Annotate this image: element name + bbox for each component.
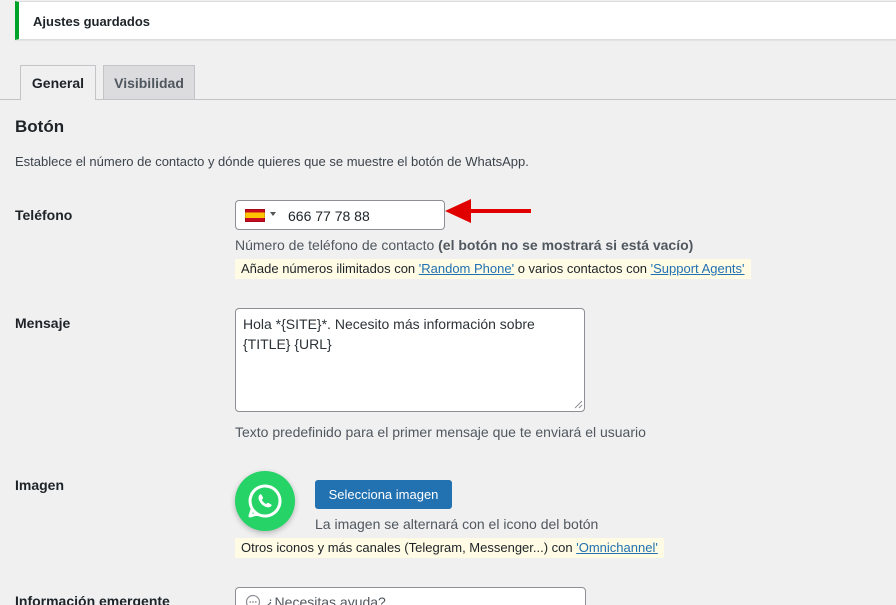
random-phone-link[interactable]: 'Random Phone' [419, 261, 514, 276]
image-help: La imagen se alternará con el icono del … [315, 516, 599, 532]
message-label: Mensaje [15, 315, 71, 331]
phone-promo: Añade números ilimitados con 'Random Pho… [235, 259, 751, 279]
section-title: Botón [15, 117, 65, 136]
phone-label: Teléfono [15, 207, 73, 223]
phone-help-bold: (el botón no se mostrará si está vacío) [438, 237, 694, 253]
notice-text: Ajustes guardados [33, 14, 151, 29]
popup-placeholder: ¿Necesitas ayuda? [266, 594, 386, 605]
phone-help: Número de teléfono de contacto (el botón… [235, 237, 694, 253]
settings-page: Ajustes guardados General Visibilidad Bo… [0, 0, 896, 605]
country-dropdown-icon[interactable] [270, 212, 276, 216]
tab-visibility[interactable]: Visibilidad [103, 65, 195, 100]
phone-value[interactable]: 666 77 78 88 [288, 208, 370, 224]
image-promo: Otros iconos y más canales (Telegram, Me… [235, 538, 664, 558]
es-flag-icon[interactable] [245, 209, 265, 222]
success-notice: Ajustes guardados [15, 1, 896, 40]
omnichannel-link[interactable]: 'Omnichannel' [576, 540, 658, 555]
popup-label: Información emergente [15, 593, 170, 605]
image-label: Imagen [15, 477, 65, 493]
section-description: Establece el número de contacto y dónde … [15, 154, 529, 169]
select-image-button[interactable]: Selecciona imagen [315, 480, 452, 509]
message-textarea[interactable]: Hola *{SITE}*. Necesito más información … [235, 308, 585, 412]
whatsapp-button-preview [235, 471, 295, 531]
message-help: Texto predefinido para el primer mensaje… [235, 424, 646, 440]
active-tab-gap [21, 99, 95, 100]
tab-general[interactable]: General [20, 65, 96, 100]
chat-bubble-icon [245, 594, 261, 605]
phone-input[interactable]: 666 77 78 88 [235, 200, 445, 230]
red-arrow-icon [445, 199, 531, 223]
tabs-divider [0, 99, 896, 100]
popup-input[interactable]: ¿Necesitas ayuda? [235, 587, 586, 605]
tab-bar: General Visibilidad [0, 65, 896, 100]
resize-grip-icon[interactable] [574, 400, 583, 409]
support-agents-link[interactable]: 'Support Agents' [651, 261, 745, 276]
whatsapp-icon [248, 484, 282, 518]
